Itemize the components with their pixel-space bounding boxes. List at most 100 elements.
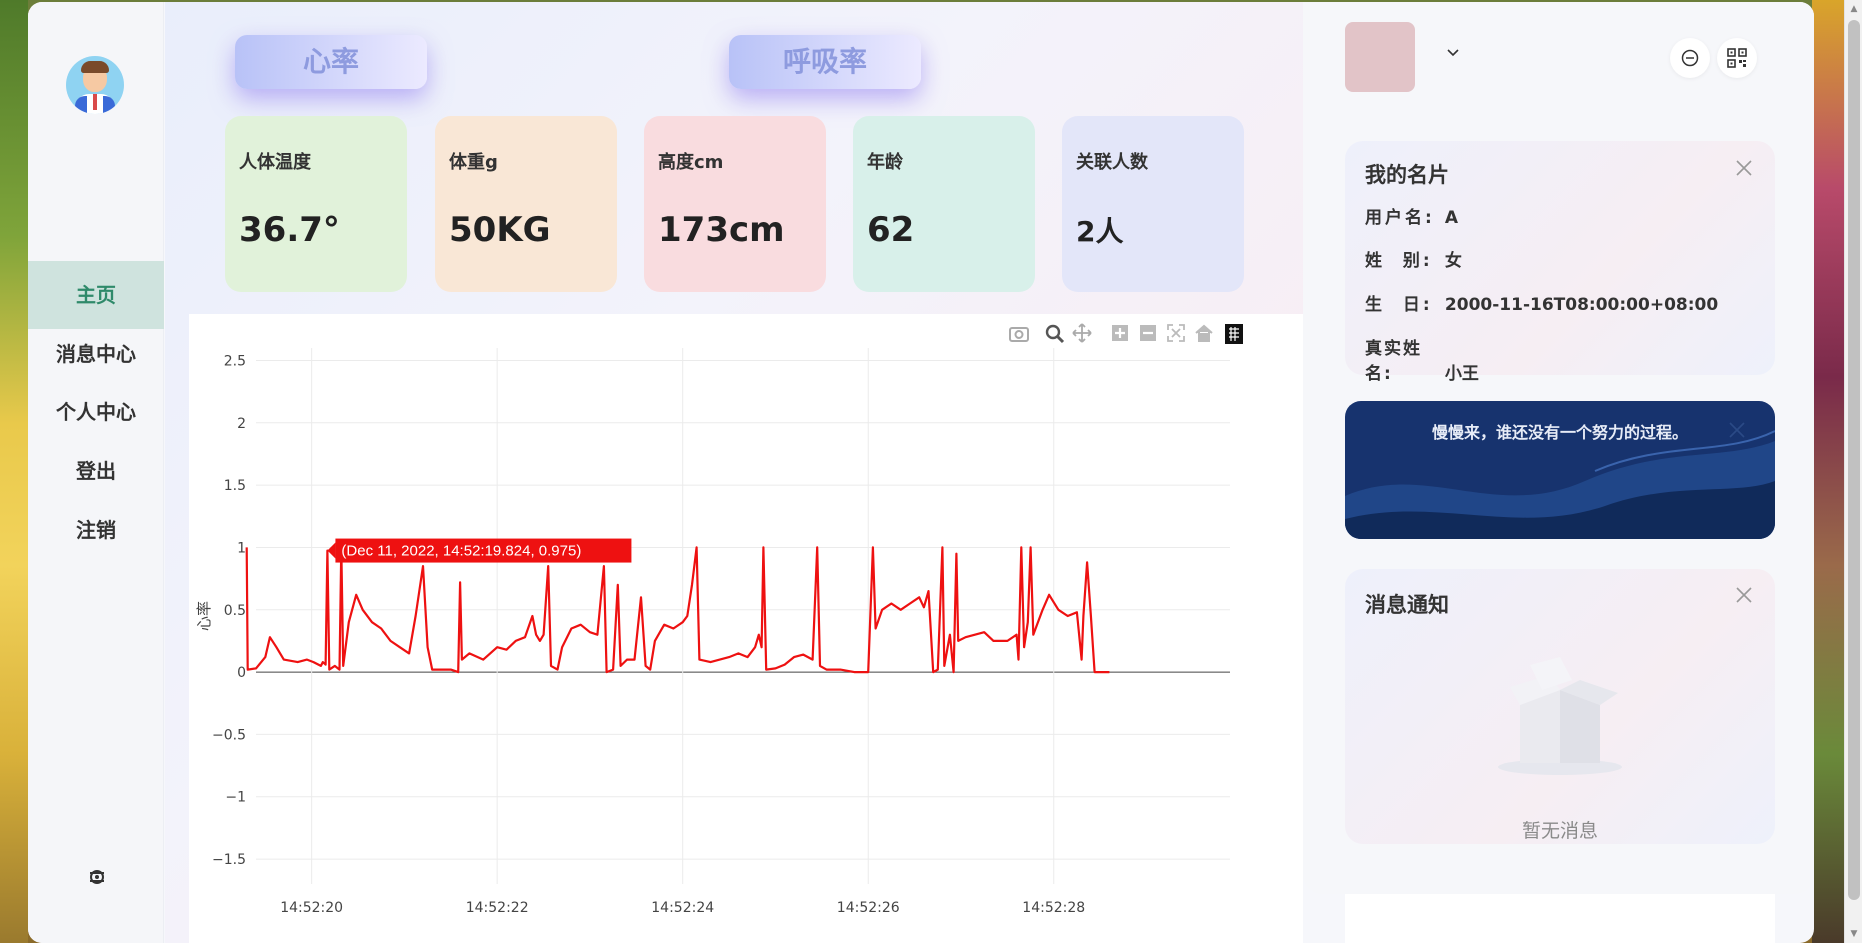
avatar-jacket <box>103 96 115 114</box>
stat-value: 36.7° <box>239 210 340 250</box>
chart-svg[interactable]: 2.5 2 1.5 1 0.5 0 −0.5 −1 −1.5 14:52:20 14:52:22 14… <box>189 314 1303 943</box>
autoscale-icon[interactable] <box>1167 324 1185 342</box>
card-title: 消息通知 <box>1365 593 1449 617</box>
notification-card: 消息通知 暂无消息 <box>1345 569 1775 844</box>
avatar-hair <box>81 61 109 73</box>
settings-icon[interactable] <box>84 864 110 890</box>
stat-card-temperature: 人体温度 36.7° <box>225 116 407 292</box>
info-key: 姓 别: <box>1365 251 1433 271</box>
y-tick-label: −1.5 <box>212 852 246 868</box>
sidebar-item-home[interactable]: 主页 <box>28 261 164 329</box>
sidebar-item-profile[interactable]: 个人中心 <box>28 378 164 446</box>
sidebar-item-label: 登出 <box>76 459 116 483</box>
reset-axes-icon[interactable] <box>1195 324 1213 342</box>
sidebar-item-deregister[interactable]: 注销 <box>28 496 164 564</box>
info-key: 真实姓名: <box>1365 339 1422 384</box>
plotly-logo-icon[interactable] <box>1225 324 1243 344</box>
stat-value: 62 <box>867 210 915 250</box>
background-photo-left <box>0 0 28 943</box>
info-realname: 真实姓名: 小王 <box>1365 334 1479 384</box>
motivation-banner: 慢慢来，谁还没有一个努力的过程。 <box>1345 401 1775 539</box>
info-key: 用户名: <box>1365 208 1435 228</box>
info-username: 用户名: A <box>1365 203 1458 228</box>
avatar[interactable] <box>66 56 124 114</box>
background-photo-right <box>1812 0 1844 943</box>
x-tick-label: 14:52:26 <box>837 900 900 916</box>
minus-circle-button[interactable] <box>1670 38 1710 78</box>
zoom-in-icon[interactable] <box>1112 325 1128 341</box>
banner-text: 慢慢来，谁还没有一个努力的过程。 <box>1431 423 1688 442</box>
close-icon[interactable] <box>1728 421 1746 439</box>
stat-card-weight: 体重g 50KG <box>435 116 617 292</box>
zoom-icon[interactable] <box>1045 324 1065 344</box>
page-scrollbar[interactable]: ▲ ▼ <box>1844 0 1862 943</box>
profile-thumbnail[interactable] <box>1345 22 1415 92</box>
stat-label: 人体温度 <box>239 152 311 173</box>
qr-code-button[interactable] <box>1717 38 1757 78</box>
camera-icon[interactable] <box>1009 327 1029 342</box>
sidebar-item-label: 主页 <box>76 283 116 307</box>
y-tick-label: −1 <box>225 790 246 806</box>
sidebar-item-label: 个人中心 <box>56 400 136 424</box>
business-card: 我的名片 用户名: A 姓 别: 女 生 日: 2000-11-16T08:00… <box>1345 141 1775 384</box>
scroll-thumb[interactable] <box>1848 20 1860 900</box>
tab-label: 心率 <box>302 45 359 78</box>
sidebar-item-label: 注销 <box>76 518 116 542</box>
info-value: A <box>1444 208 1459 228</box>
close-icon[interactable] <box>1735 159 1753 177</box>
info-value: 2000-11-16T08:00:00+08:00 <box>1444 295 1719 315</box>
stat-label: 体重g <box>449 152 498 173</box>
right-panel-footer <box>1345 894 1775 943</box>
zoom-out-icon[interactable] <box>1140 325 1156 341</box>
y-tick-label: 2.5 <box>224 353 246 369</box>
empty-box-icon <box>1498 657 1622 775</box>
stat-card-age: 年龄 62 <box>853 116 1035 292</box>
right-panel: 我的名片 用户名: A 姓 别: 女 生 日: 2000-11-16T08:00… <box>1303 2 1814 943</box>
stat-value: 2人 <box>1076 215 1124 248</box>
pan-icon[interactable] <box>1072 323 1092 343</box>
x-tick-label: 14:52:22 <box>466 900 529 916</box>
stat-value: 50KG <box>449 210 551 250</box>
sidebar-item-logout[interactable]: 登出 <box>28 437 164 505</box>
stat-label: 年龄 <box>867 152 903 173</box>
tab-heart-rate[interactable]: 心率 <box>235 35 427 89</box>
stat-label: 高度cm <box>658 152 724 173</box>
stat-card-height: 高度cm 173cm <box>644 116 826 292</box>
main-content: 心率 呼吸率 人体温度 36.7° 体重g 50KG 高度cm 173cm 年龄… <box>165 2 1303 943</box>
app-window: 主页 消息中心 个人中心 登出 注销 心率 呼吸率 人体温度 36.7° 体重g… <box>28 2 1814 943</box>
x-tick-label: 14:52:20 <box>280 900 343 916</box>
tooltip-pointer <box>327 542 336 559</box>
qr-code-icon <box>1727 48 1747 68</box>
tab-respiration-rate[interactable]: 呼吸率 <box>729 35 921 89</box>
heart-rate-chart[interactable]: 2.5 2 1.5 1 0.5 0 −0.5 −1 −1.5 14:52:20 14:52:22 14… <box>189 314 1303 943</box>
tooltip-text: (Dec 11, 2022, 14:52:19.824, 0.975) <box>341 543 581 560</box>
card-title: 我的名片 <box>1365 163 1449 187</box>
y-tick-label: 1 <box>237 540 246 556</box>
stat-card-related-people: 关联人数 2人 <box>1062 116 1244 292</box>
y-tick-label: 2 <box>237 416 246 432</box>
info-gender: 姓 别: 女 <box>1365 246 1462 271</box>
empty-message: 暂无消息 <box>1521 820 1598 842</box>
scroll-down-icon[interactable]: ▼ <box>1849 929 1859 939</box>
stat-label: 关联人数 <box>1076 152 1148 173</box>
info-key: 生 日: <box>1365 295 1433 315</box>
y-tick-label: 1.5 <box>224 478 246 494</box>
tab-label: 呼吸率 <box>782 45 867 78</box>
stat-value: 173cm <box>658 210 785 250</box>
minus-circle-icon <box>1681 49 1699 67</box>
sidebar: 主页 消息中心 个人中心 登出 注销 <box>28 2 164 943</box>
info-value: 女 <box>1444 251 1462 271</box>
close-icon[interactable] <box>1735 586 1753 604</box>
info-value: 小王 <box>1444 364 1479 384</box>
avatar-tie <box>93 94 97 110</box>
avatar-jacket <box>75 96 87 114</box>
info-birthday: 生 日: 2000-11-16T08:00:00+08:00 <box>1365 290 1718 315</box>
y-tick-label: 0 <box>237 665 246 681</box>
scroll-up-icon[interactable]: ▲ <box>1849 4 1859 14</box>
x-tick-label: 14:52:28 <box>1022 900 1085 916</box>
y-axis-label: 心率 <box>195 601 213 631</box>
y-tick-label: 0.5 <box>224 603 246 619</box>
y-tick-label: −0.5 <box>212 727 246 743</box>
x-tick-label: 14:52:24 <box>651 900 714 916</box>
chevron-down-icon[interactable] <box>1445 44 1461 60</box>
